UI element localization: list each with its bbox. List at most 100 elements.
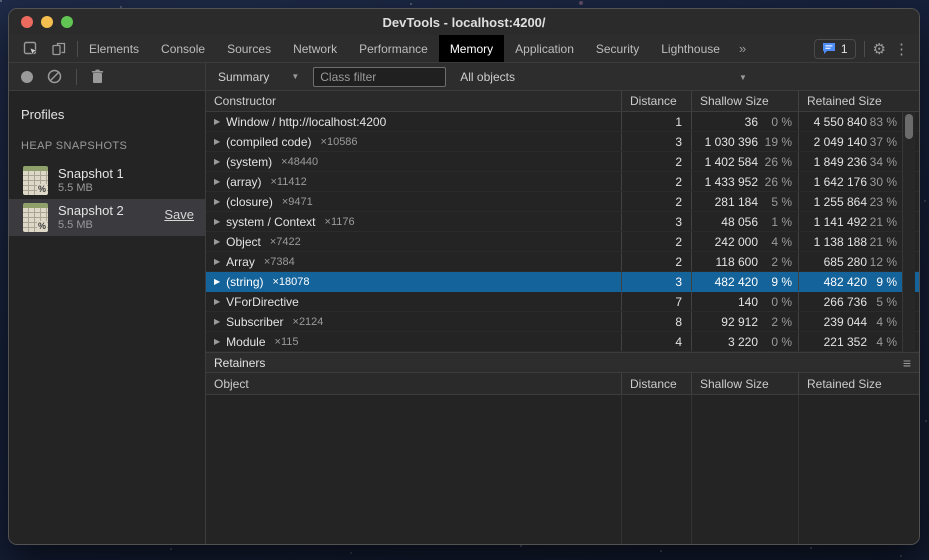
- profiles-title: Profiles: [9, 101, 205, 132]
- tab-network[interactable]: Network: [282, 35, 348, 62]
- ret-shallow-size-column-header[interactable]: Shallow Size: [691, 373, 798, 394]
- constructor-cell: ▶system / Context×1176: [206, 212, 621, 231]
- trash-icon[interactable]: [91, 69, 104, 84]
- desktop-stars: [0, 0, 2, 2]
- table-row[interactable]: ▶Module×11543 2200 %221 3524 %: [206, 332, 919, 352]
- device-toolbar-icon[interactable]: [47, 38, 71, 60]
- retained-size-column-header[interactable]: Retained Size: [798, 91, 919, 111]
- expand-arrow-icon[interactable]: ▶: [214, 297, 220, 306]
- save-snapshot-link[interactable]: Save: [164, 207, 194, 222]
- expand-arrow-icon[interactable]: ▶: [214, 337, 220, 346]
- tab-memory[interactable]: Memory: [439, 35, 504, 62]
- constructor-cell: ▶Object×7422: [206, 232, 621, 251]
- expand-arrow-icon[interactable]: ▶: [214, 217, 220, 226]
- constructor-cell: ▶(closure)×9471: [206, 192, 621, 211]
- retained-size-cell: 1 849 23634 %: [798, 152, 919, 171]
- expand-arrow-icon[interactable]: ▶: [214, 177, 220, 186]
- issues-badge[interactable]: 1: [814, 39, 856, 59]
- retained-size-cell: 1 141 49221 %: [798, 212, 919, 231]
- console-bubble-icon: [822, 42, 836, 55]
- tab-security[interactable]: Security: [585, 35, 650, 62]
- shallow-size-cell: 360 %: [691, 112, 798, 131]
- tabbar-divider-2: [864, 41, 865, 57]
- distance-cell: 2: [621, 152, 691, 171]
- vertical-scrollbar[interactable]: [902, 112, 915, 352]
- table-row[interactable]: ▶(system)×4844021 402 58426 %1 849 23634…: [206, 152, 919, 172]
- table-row[interactable]: ▶system / Context×1176348 0561 %1 141 49…: [206, 212, 919, 232]
- tab-performance[interactable]: Performance: [348, 35, 439, 62]
- table-row[interactable]: ▶VForDirective71400 %266 7365 %: [206, 292, 919, 312]
- tab-console[interactable]: Console: [150, 35, 216, 62]
- chevron-down-icon: ▼: [291, 72, 299, 81]
- retained-size-cell: 2 049 14037 %: [798, 132, 919, 151]
- shallow-size-cell: 48 0561 %: [691, 212, 798, 231]
- tab-application[interactable]: Application: [504, 35, 585, 62]
- distance-cell: 7: [621, 292, 691, 311]
- table-row[interactable]: ▶Subscriber×2124892 9122 %239 0444 %: [206, 312, 919, 332]
- expand-arrow-icon[interactable]: ▶: [214, 137, 220, 146]
- distance-cell: 8: [621, 312, 691, 331]
- shallow-size-cell: 92 9122 %: [691, 312, 798, 331]
- expand-arrow-icon[interactable]: ▶: [214, 317, 220, 326]
- expand-arrow-icon[interactable]: ▶: [214, 277, 220, 286]
- class-filter-input[interactable]: [313, 67, 446, 87]
- table-row[interactable]: ▶(array)×1141221 433 95226 %1 642 17630 …: [206, 172, 919, 192]
- shallow-size-cell: 482 4209 %: [691, 272, 798, 291]
- take-snapshot-icon[interactable]: [21, 71, 33, 83]
- inspect-element-icon[interactable]: [19, 38, 43, 60]
- kebab-menu-icon[interactable]: ⋮: [894, 40, 909, 58]
- table-row[interactable]: ▶(compiled code)×1058631 030 39619 %2 04…: [206, 132, 919, 152]
- retained-size-cell: 266 7365 %: [798, 292, 919, 311]
- snapshot-item-1[interactable]: % Snapshot 1 5.5 MB: [9, 162, 205, 199]
- tab-sources[interactable]: Sources: [216, 35, 282, 62]
- expand-arrow-icon[interactable]: ▶: [214, 117, 220, 126]
- objects-chevron-down-icon[interactable]: ▼: [739, 73, 747, 82]
- table-row[interactable]: ▶Object×74222242 0004 %1 138 18821 %: [206, 232, 919, 252]
- table-row[interactable]: ▶Array×73842118 6002 %685 28012 %: [206, 252, 919, 272]
- constructor-cell: ▶(array)×11412: [206, 172, 621, 191]
- hamburger-menu-icon[interactable]: ≡: [903, 355, 911, 371]
- distance-column-header[interactable]: Distance: [621, 91, 691, 111]
- tab-elements[interactable]: Elements: [78, 35, 150, 62]
- scrollbar-thumb[interactable]: [905, 114, 913, 139]
- expand-arrow-icon[interactable]: ▶: [214, 237, 220, 246]
- shallow-size-cell: 1 030 39619 %: [691, 132, 798, 151]
- profiles-sidebar: Profiles HEAP SNAPSHOTS % Snapshot 1 5.5…: [9, 91, 206, 545]
- table-row[interactable]: ▶(closure)×94712281 1845 %1 255 86423 %: [206, 192, 919, 212]
- distance-cell: 2: [621, 252, 691, 271]
- ret-distance-column-header[interactable]: Distance: [621, 373, 691, 394]
- retainers-title: Retainers: [214, 356, 265, 370]
- snapshot-size: 5.5 MB: [58, 182, 124, 196]
- perspective-select-value: Summary: [218, 70, 269, 84]
- heap-snapshot-view: Constructor Distance Shallow Size Retain…: [206, 91, 919, 545]
- constructor-cell: ▶Subscriber×2124: [206, 312, 621, 331]
- window-title: DevTools - localhost:4200/: [9, 15, 919, 30]
- heap-snapshots-section-label: HEAP SNAPSHOTS: [9, 132, 205, 162]
- ret-retained-size-column-header[interactable]: Retained Size: [798, 373, 919, 394]
- distance-cell: 2: [621, 192, 691, 211]
- expand-arrow-icon[interactable]: ▶: [214, 257, 220, 266]
- constructor-cell: ▶(system)×48440: [206, 152, 621, 171]
- expand-arrow-icon[interactable]: ▶: [214, 157, 220, 166]
- objects-select-value[interactable]: All objects: [460, 70, 515, 84]
- more-tabs-chevron[interactable]: »: [731, 35, 754, 62]
- snapshot-item-2[interactable]: % Snapshot 2 5.5 MB Save: [9, 199, 205, 236]
- gear-icon[interactable]: ⚙: [873, 40, 886, 58]
- retainers-header: Object Distance Shallow Size Retained Si…: [206, 373, 919, 395]
- table-row[interactable]: ▶Window / http://localhost:42001360 %4 5…: [206, 112, 919, 132]
- constructor-cell: ▶(compiled code)×10586: [206, 132, 621, 151]
- shallow-size-cell: 3 2200 %: [691, 332, 798, 351]
- expand-arrow-icon[interactable]: ▶: [214, 197, 220, 206]
- constructor-column-header[interactable]: Constructor: [206, 91, 621, 111]
- distance-cell: 2: [621, 232, 691, 251]
- tab-bar: ElementsConsoleSourcesNetworkPerformance…: [9, 35, 919, 63]
- constructor-cell: ▶VForDirective: [206, 292, 621, 311]
- table-row[interactable]: ▶(string)×180783482 4209 %482 4209 %: [206, 272, 919, 292]
- object-column-header[interactable]: Object: [206, 373, 621, 394]
- shallow-size-cell: 1400 %: [691, 292, 798, 311]
- retained-size-cell: 239 0444 %: [798, 312, 919, 331]
- tab-lighthouse[interactable]: Lighthouse: [650, 35, 731, 62]
- perspective-select[interactable]: Summary ▼: [206, 70, 299, 84]
- shallow-size-column-header[interactable]: Shallow Size: [691, 91, 798, 111]
- clear-profiles-icon[interactable]: [47, 69, 62, 84]
